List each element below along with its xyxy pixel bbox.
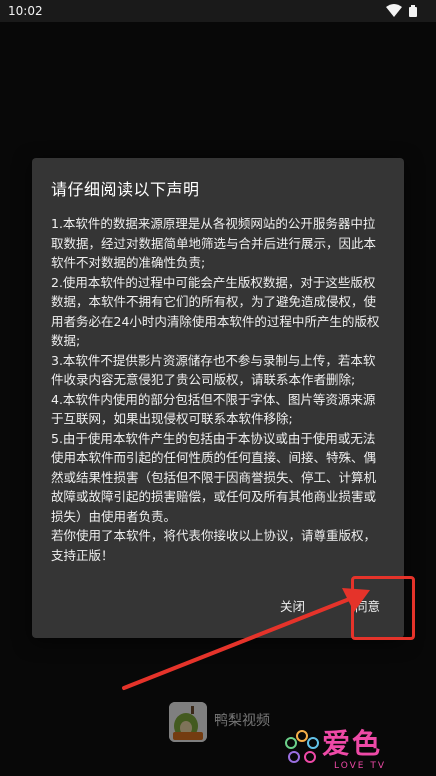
wifi-icon (386, 4, 402, 17)
dialog-title: 请仔细阅读以下声明 (51, 180, 200, 199)
watermark-subtext: LOVE TV (334, 761, 386, 771)
status-time: 10:02 (8, 4, 43, 18)
disclaimer-paragraph-2: 2.使用本软件的过程中可能会产生版权数据，对于这些版权数据，本软件不拥有它们的所… (51, 274, 380, 349)
disclaimer-paragraph-1: 1.本软件的数据来源原理是从各视频网站的公开服务器中拉取数据，经过对数据简单地筛… (51, 216, 377, 270)
disclaimer-paragraph-4: 4.本软件内使用的部分包括但不限于字体、图片等资源来源于互联网，如果出现侵权可联… (51, 391, 376, 427)
disclaimer-paragraph-5: 5.由于使用本软件产生的包括由于本协议或由于使用或无法使用本软件而引起的任何性质… (51, 430, 377, 524)
status-icons (378, 4, 418, 18)
battery-icon (409, 5, 417, 17)
watermark-text: 爱色 (322, 727, 383, 760)
disclaimer-dialog: 请仔细阅读以下声明 1.本软件的数据来源原理是从各视频网站的公开服务器中拉取数据… (32, 158, 404, 638)
status-bar: 10:02 (0, 0, 436, 22)
dialog-body: 1.本软件的数据来源原理是从各视频网站的公开服务器中拉取数据，经过对数据简单地筛… (51, 214, 385, 565)
disclaimer-paragraph-6: 若你使用了本软件，将代表你接收以上协议，请尊重版权，支持正版！ (51, 528, 377, 563)
annotation-arrow-icon (122, 588, 370, 690)
watermark: 爱色 LOVE TV (282, 728, 432, 774)
flower-icon (285, 730, 319, 763)
disclaimer-paragraph-3: 3.本软件不提供影片资源储存也不参与录制与上传，若本软件收录内容无意侵犯了贵公司… (51, 352, 376, 388)
